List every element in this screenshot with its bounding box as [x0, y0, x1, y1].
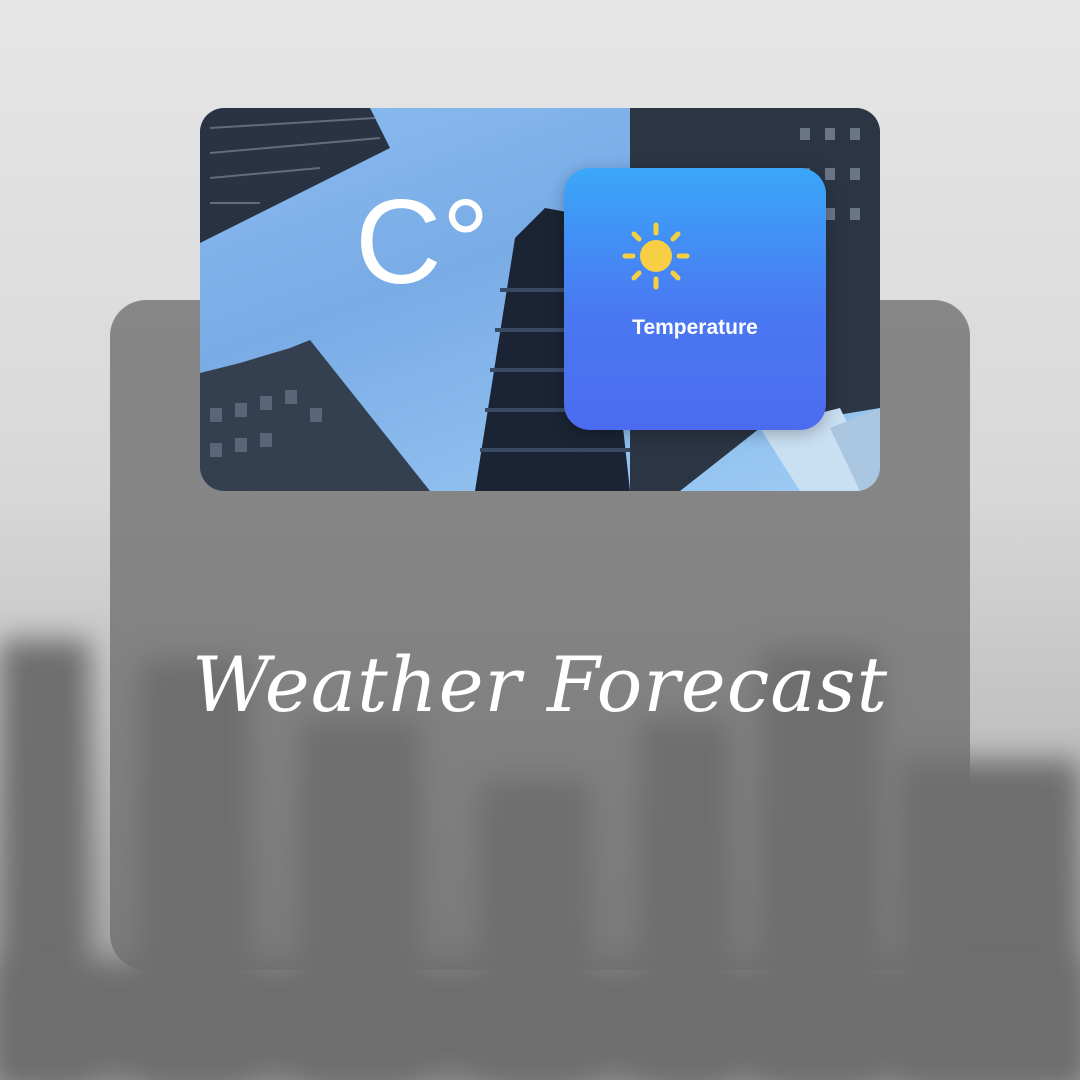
- celsius-symbol: C°: [355, 175, 490, 309]
- temperature-widget[interactable]: Temperature: [564, 168, 826, 430]
- sun-icon: [622, 222, 690, 290]
- temperature-label: Temperature: [632, 316, 758, 339]
- page-title: Weather Forecast: [191, 640, 889, 729]
